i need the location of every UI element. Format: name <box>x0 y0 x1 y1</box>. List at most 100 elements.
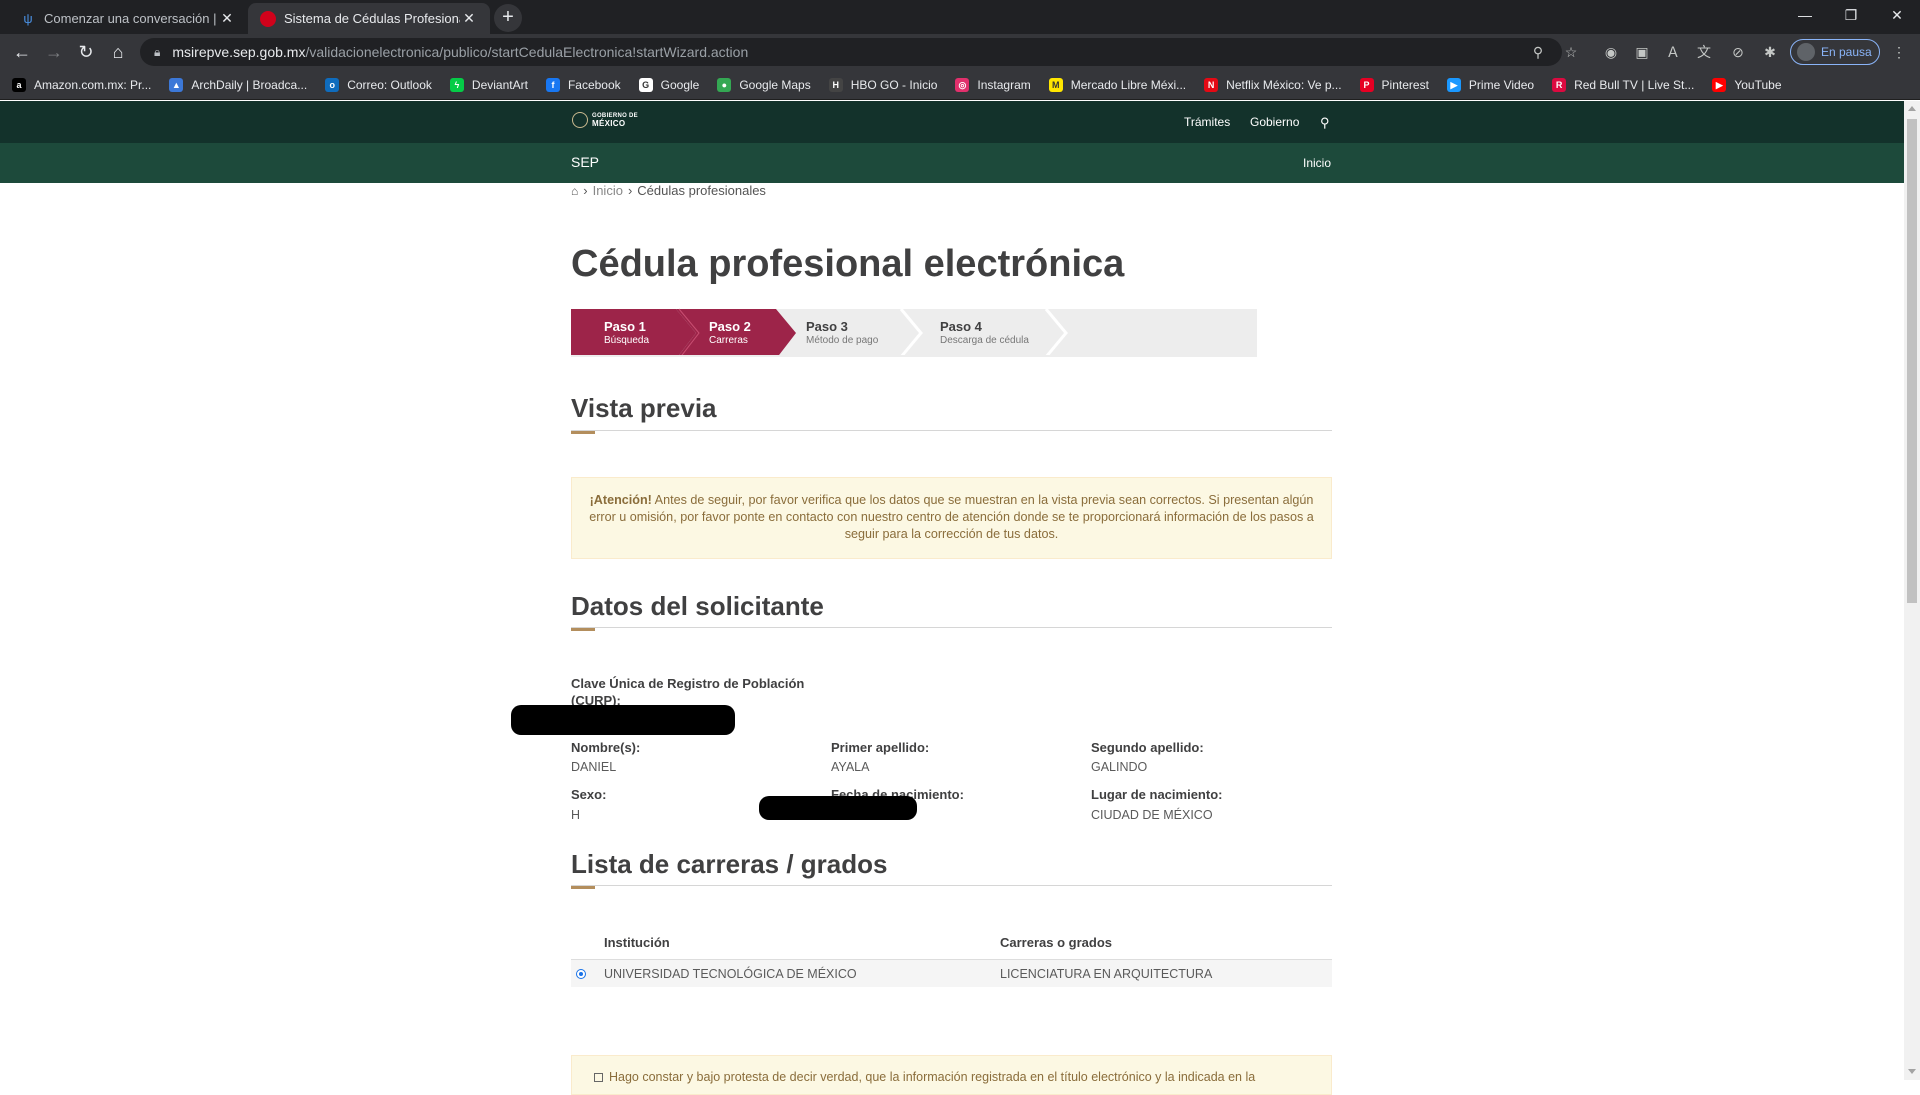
red-circle-icon <box>260 10 276 27</box>
lugar-nacimiento-label: Lugar de nacimiento: <box>1091 787 1223 802</box>
primer-apellido-label: Primer apellido: <box>831 740 930 755</box>
declaration-box: Hago constar y bajo protesta de decir ve… <box>571 1055 1332 1095</box>
section-title-careers: Lista de carreras / grados <box>571 849 888 879</box>
sep-label[interactable]: SEP <box>571 154 599 170</box>
scroll-down-icon[interactable] <box>1908 1069 1916 1074</box>
bookmark-item[interactable]: H HBO GO - Inicio <box>828 77 938 92</box>
bookmark-favicon-icon: f <box>545 77 560 92</box>
page-scrollbar[interactable] <box>1904 101 1920 1080</box>
bookmark-item[interactable]: ▲ ArchDaily | Broadca... <box>169 77 307 92</box>
close-tab-icon[interactable]: ✕ <box>218 10 236 27</box>
institution-cell: UNIVERSIDAD TECNOLÓGICA DE MÉXICO <box>604 967 857 981</box>
bookmark-favicon-icon: P <box>1359 77 1374 92</box>
step-2: Paso 2 Carreras <box>709 319 751 346</box>
bookmark-favicon-icon: G <box>638 77 653 92</box>
bookmark-item[interactable]: f Facebook <box>545 77 621 92</box>
breadcrumb: ⌂ › Inicio › Cédulas profesionales <box>571 183 766 198</box>
stepper-arrows <box>571 308 1068 355</box>
address-bar[interactable]: 🔒︎ msirepve.sep.gob.mx /validacionelectr… <box>140 38 1562 66</box>
extension-calendar-icon[interactable]: ▣ <box>1633 43 1651 61</box>
segundo-apellido-value: GALINDO <box>1091 760 1148 774</box>
reload-icon[interactable]: ↻ <box>74 40 98 64</box>
star-icon[interactable]: ☆ <box>1562 43 1580 61</box>
breadcrumb-current: Cédulas profesionales <box>637 183 766 198</box>
section-accent-bar <box>571 628 595 631</box>
extension-translate-icon[interactable]: Ａ <box>1664 43 1682 61</box>
browser-toolbar: ← → ↻ ⌂ 🔒︎ msirepve.sep.gob.mx /validaci… <box>0 34 1920 70</box>
site-subheader: SEP Inicio <box>0 143 1904 183</box>
extension-google-translate-icon[interactable]: 文 <box>1695 43 1713 61</box>
gobierno-de-mexico-logo[interactable]: GOBIERNO DE MÉXICO <box>572 112 638 128</box>
browser-tab-cedulas[interactable]: Sistema de Cédulas Profesionales ✕ <box>248 3 490 34</box>
bookmark-item[interactable]: P Pinterest <box>1359 77 1429 92</box>
section-divider <box>571 627 1332 628</box>
sexo-value: H <box>571 808 581 822</box>
career-cell: LICENCIATURA EN ARQUITECTURA <box>1000 967 1213 981</box>
sub-nav-inicio-link[interactable]: Inicio <box>1303 156 1331 170</box>
bookmark-favicon-icon: a <box>12 77 26 92</box>
declaration-checkbox[interactable] <box>594 1073 603 1083</box>
back-icon[interactable]: ← <box>10 40 34 64</box>
bookmark-label: Pinterest <box>1381 77 1429 92</box>
bookmark-item[interactable]: R Red Bull TV | Live St... <box>1552 77 1694 92</box>
home-icon[interactable]: ⌂ <box>106 40 130 64</box>
profile-button[interactable]: En pausa <box>1790 39 1880 65</box>
bookmark-label: YouTube <box>1734 77 1782 92</box>
bookmark-label: Instagram <box>977 77 1031 92</box>
bookmark-favicon-icon: ▶ <box>1712 77 1727 92</box>
bookmark-item[interactable]: o Correo: Outlook <box>325 77 432 92</box>
bookmark-item[interactable]: a Amazon.com.mx: Pr... <box>12 77 151 92</box>
fork-icon: ψ <box>23 11 33 26</box>
step-1: Paso 1 Búsqueda <box>604 319 650 346</box>
home-icon[interactable]: ⌂ <box>571 184 578 198</box>
bookmark-item[interactable]: ◎ Instagram <box>955 77 1031 92</box>
segundo-apellido-label: Segundo apellido: <box>1091 740 1204 755</box>
bookmark-label: HBO GO - Inicio <box>850 77 938 92</box>
browser-tab-conversation[interactable]: ψ Comenzar una conversación | Co ✕ <box>8 3 248 34</box>
extension-bulb-icon[interactable]: ◉ <box>1602 43 1620 61</box>
minimize-icon[interactable]: — <box>1782 0 1828 30</box>
bookmark-favicon-icon: H <box>828 77 843 92</box>
mexico-seal-icon <box>572 112 588 128</box>
bookmark-item[interactable]: ▶ Prime Video <box>1446 77 1534 92</box>
alert-text: Antes de seguir, por favor verifica que … <box>589 493 1314 541</box>
scrollbar-thumb[interactable] <box>1907 119 1917 603</box>
avatar <box>1797 43 1815 61</box>
section-title-applicant: Datos del solicitante <box>571 591 824 621</box>
bookmark-item[interactable]: M Mercado Libre Méxi... <box>1048 77 1186 92</box>
bookmark-label: Correo: Outlook <box>347 77 432 92</box>
search-icon[interactable]: ⚲ <box>1320 115 1330 131</box>
bookmark-favicon-icon: ▶ <box>1446 77 1461 92</box>
bookmark-item[interactable]: G Google <box>638 77 699 92</box>
bookmark-item[interactable]: ▶ YouTube <box>1712 77 1782 92</box>
bookmark-favicon-icon: M <box>1048 77 1063 92</box>
sexo-label: Sexo: <box>571 787 607 802</box>
close-tab-icon[interactable]: ✕ <box>460 10 478 27</box>
career-radio[interactable] <box>576 969 586 979</box>
bookmark-item[interactable]: N Netflix México: Ve p... <box>1204 77 1342 92</box>
bookmark-item[interactable]: ● Google Maps <box>717 77 811 92</box>
bookmark-favicon-icon: ◎ <box>955 77 970 92</box>
menu-kebab-icon[interactable]: ⋮ <box>1890 43 1908 61</box>
breadcrumb-separator: › <box>627 183 633 198</box>
section-divider <box>571 430 1332 431</box>
scroll-up-icon[interactable] <box>1908 106 1916 111</box>
nombre-value: DANIEL <box>571 760 617 774</box>
forward-icon[interactable]: → <box>42 40 66 64</box>
wizard-stepper: Paso 1 Búsqueda Paso 2 Carreras Paso 3 M… <box>571 308 1257 357</box>
extensions-puzzle-icon[interactable]: ✱ <box>1761 43 1779 61</box>
close-window-icon[interactable]: ✕ <box>1874 0 1920 30</box>
breadcrumb-inicio[interactable]: Inicio <box>593 183 623 198</box>
bookmark-label: Facebook <box>567 77 621 92</box>
alert-strong: ¡Atención! <box>589 493 652 507</box>
nav-tramites-link[interactable]: Trámites <box>1184 115 1230 129</box>
tab-title: Sistema de Cédulas Profesionales <box>284 11 460 26</box>
new-tab-button[interactable]: + <box>494 4 522 32</box>
bookmark-item[interactable]: ϟ DeviantArt <box>449 77 528 92</box>
restore-icon[interactable]: ❐ <box>1828 0 1874 30</box>
zoom-icon[interactable]: ⚲ <box>1529 43 1547 61</box>
table-row[interactable]: UNIVERSIDAD TECNOLÓGICA DE MÉXICO LICENC… <box>571 960 1332 987</box>
extension-disabled-icon[interactable]: ⊘ <box>1729 43 1747 61</box>
tab-title: Comenzar una conversación | Co <box>44 11 218 26</box>
nav-gobierno-link[interactable]: Gobierno <box>1250 115 1299 129</box>
